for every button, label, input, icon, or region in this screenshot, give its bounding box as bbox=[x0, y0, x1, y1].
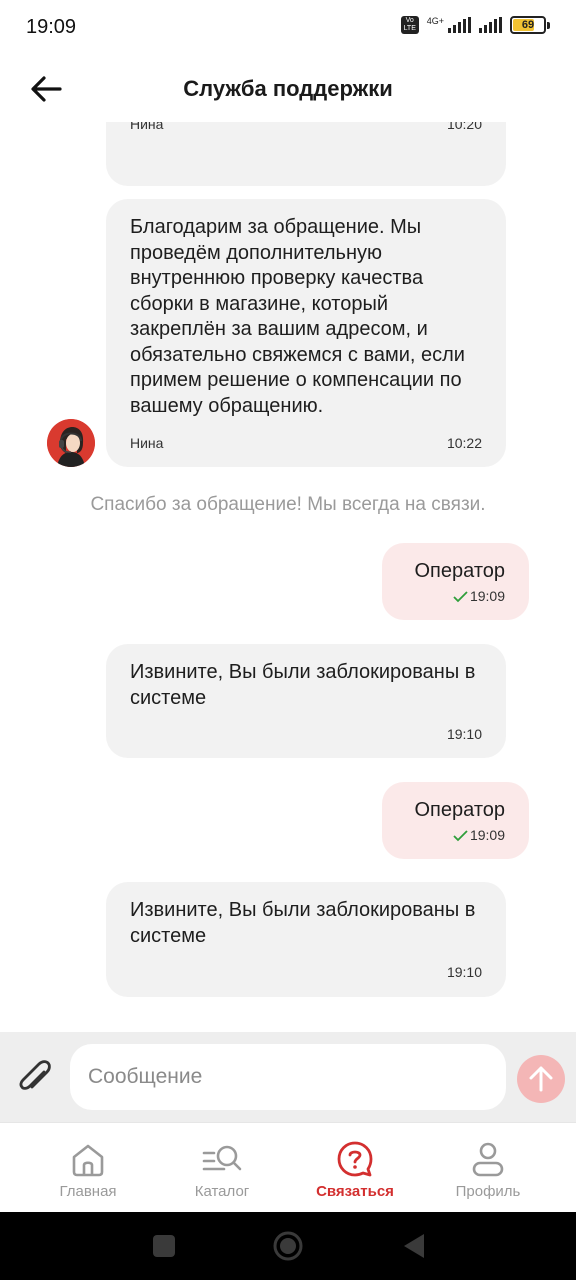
home-icon bbox=[72, 1144, 104, 1177]
triangle-back-icon bbox=[404, 1234, 424, 1258]
message-time: 19:10 bbox=[446, 726, 482, 742]
message-status: 19:09 bbox=[453, 588, 505, 604]
signal-icon-2 bbox=[479, 17, 502, 33]
sender-name: Нина bbox=[130, 122, 164, 132]
tab-label: Связаться bbox=[316, 1183, 394, 1200]
message-time: 19:09 bbox=[469, 588, 505, 604]
network-type: 4G+ bbox=[426, 15, 444, 26]
battery-icon: 69 bbox=[510, 16, 550, 34]
paperclip-icon bbox=[19, 1060, 51, 1090]
status-icons: Vo LTE 4G+ 69 bbox=[400, 15, 550, 34]
volte-icon: Vo LTE bbox=[400, 16, 419, 34]
tab-profile[interactable]: Профиль bbox=[416, 1123, 560, 1213]
app-header: Служба поддержки bbox=[0, 56, 576, 122]
send-button[interactable] bbox=[517, 1055, 565, 1103]
tab-label: Каталог bbox=[194, 1183, 250, 1200]
sender-name: Нина bbox=[130, 435, 164, 451]
status-time: 19:09 bbox=[26, 16, 77, 38]
bottom-tab-bar: Главная Каталог Связаться Профиль bbox=[0, 1122, 576, 1212]
back-nav-button[interactable] bbox=[396, 1228, 432, 1264]
message-time: 10:22 bbox=[446, 435, 482, 451]
message-status: 19:09 bbox=[453, 827, 505, 843]
outgoing-message: Оператор 19:09 bbox=[382, 782, 529, 859]
incoming-message: Извините, Вы были заблокированы в систем… bbox=[106, 882, 506, 997]
recents-button[interactable] bbox=[146, 1228, 182, 1264]
read-check-icon bbox=[453, 830, 468, 842]
square-icon bbox=[153, 1235, 175, 1257]
message-input[interactable] bbox=[70, 1044, 506, 1110]
support-chat-icon bbox=[337, 1141, 373, 1177]
catalog-search-icon bbox=[202, 1145, 242, 1171]
system-nav-bar bbox=[0, 1212, 576, 1280]
message-text: Извините, Вы были заблокированы в систем… bbox=[130, 899, 476, 947]
tab-home[interactable]: Главная bbox=[16, 1123, 160, 1213]
message-time: 10:20 bbox=[446, 122, 482, 132]
message-text: Оператор bbox=[414, 560, 506, 582]
attach-button[interactable] bbox=[18, 1058, 54, 1098]
tab-label: Профиль bbox=[455, 1183, 521, 1200]
message-time: 19:09 bbox=[469, 827, 505, 843]
outgoing-message: Оператор 19:09 bbox=[382, 543, 529, 620]
incoming-message: Извините, Вы были заблокированы в систем… bbox=[106, 644, 506, 758]
operator-avatar bbox=[47, 419, 95, 467]
message-time: 19:10 bbox=[446, 964, 482, 980]
message-text: Благодарим за обращение. Мы проведём доп… bbox=[130, 216, 465, 417]
incoming-message: Нина 10:20 bbox=[106, 122, 506, 186]
incoming-message: Благодарим за обращение. Мы проведём доп… bbox=[106, 199, 506, 467]
tab-label: Главная bbox=[59, 1183, 117, 1200]
circle-icon bbox=[273, 1231, 303, 1261]
read-check-icon bbox=[453, 591, 468, 603]
home-nav-button[interactable] bbox=[270, 1228, 306, 1264]
message-text: Извините, Вы были заблокированы в систем… bbox=[130, 661, 476, 709]
page-title: Служба поддержки bbox=[183, 76, 393, 101]
profile-icon bbox=[472, 1142, 504, 1177]
arrow-up-icon bbox=[529, 1066, 553, 1092]
signal-icon bbox=[448, 17, 471, 33]
tab-contact[interactable]: Связаться bbox=[283, 1123, 427, 1213]
tab-catalog[interactable]: Каталог bbox=[150, 1123, 294, 1213]
battery-level: 69 bbox=[521, 19, 535, 31]
system-note: Спасибо за обращение! Мы всегда на связи… bbox=[90, 494, 486, 515]
operator-avatar-icon bbox=[47, 419, 95, 467]
message-text: Оператор bbox=[414, 799, 506, 821]
chat-messages[interactable]: Нина 10:20 Благодарим за обращение. Мы п… bbox=[0, 122, 576, 1032]
status-bar: 19:09 Vo LTE 4G+ 69 bbox=[0, 0, 576, 56]
message-composer bbox=[0, 1032, 576, 1122]
